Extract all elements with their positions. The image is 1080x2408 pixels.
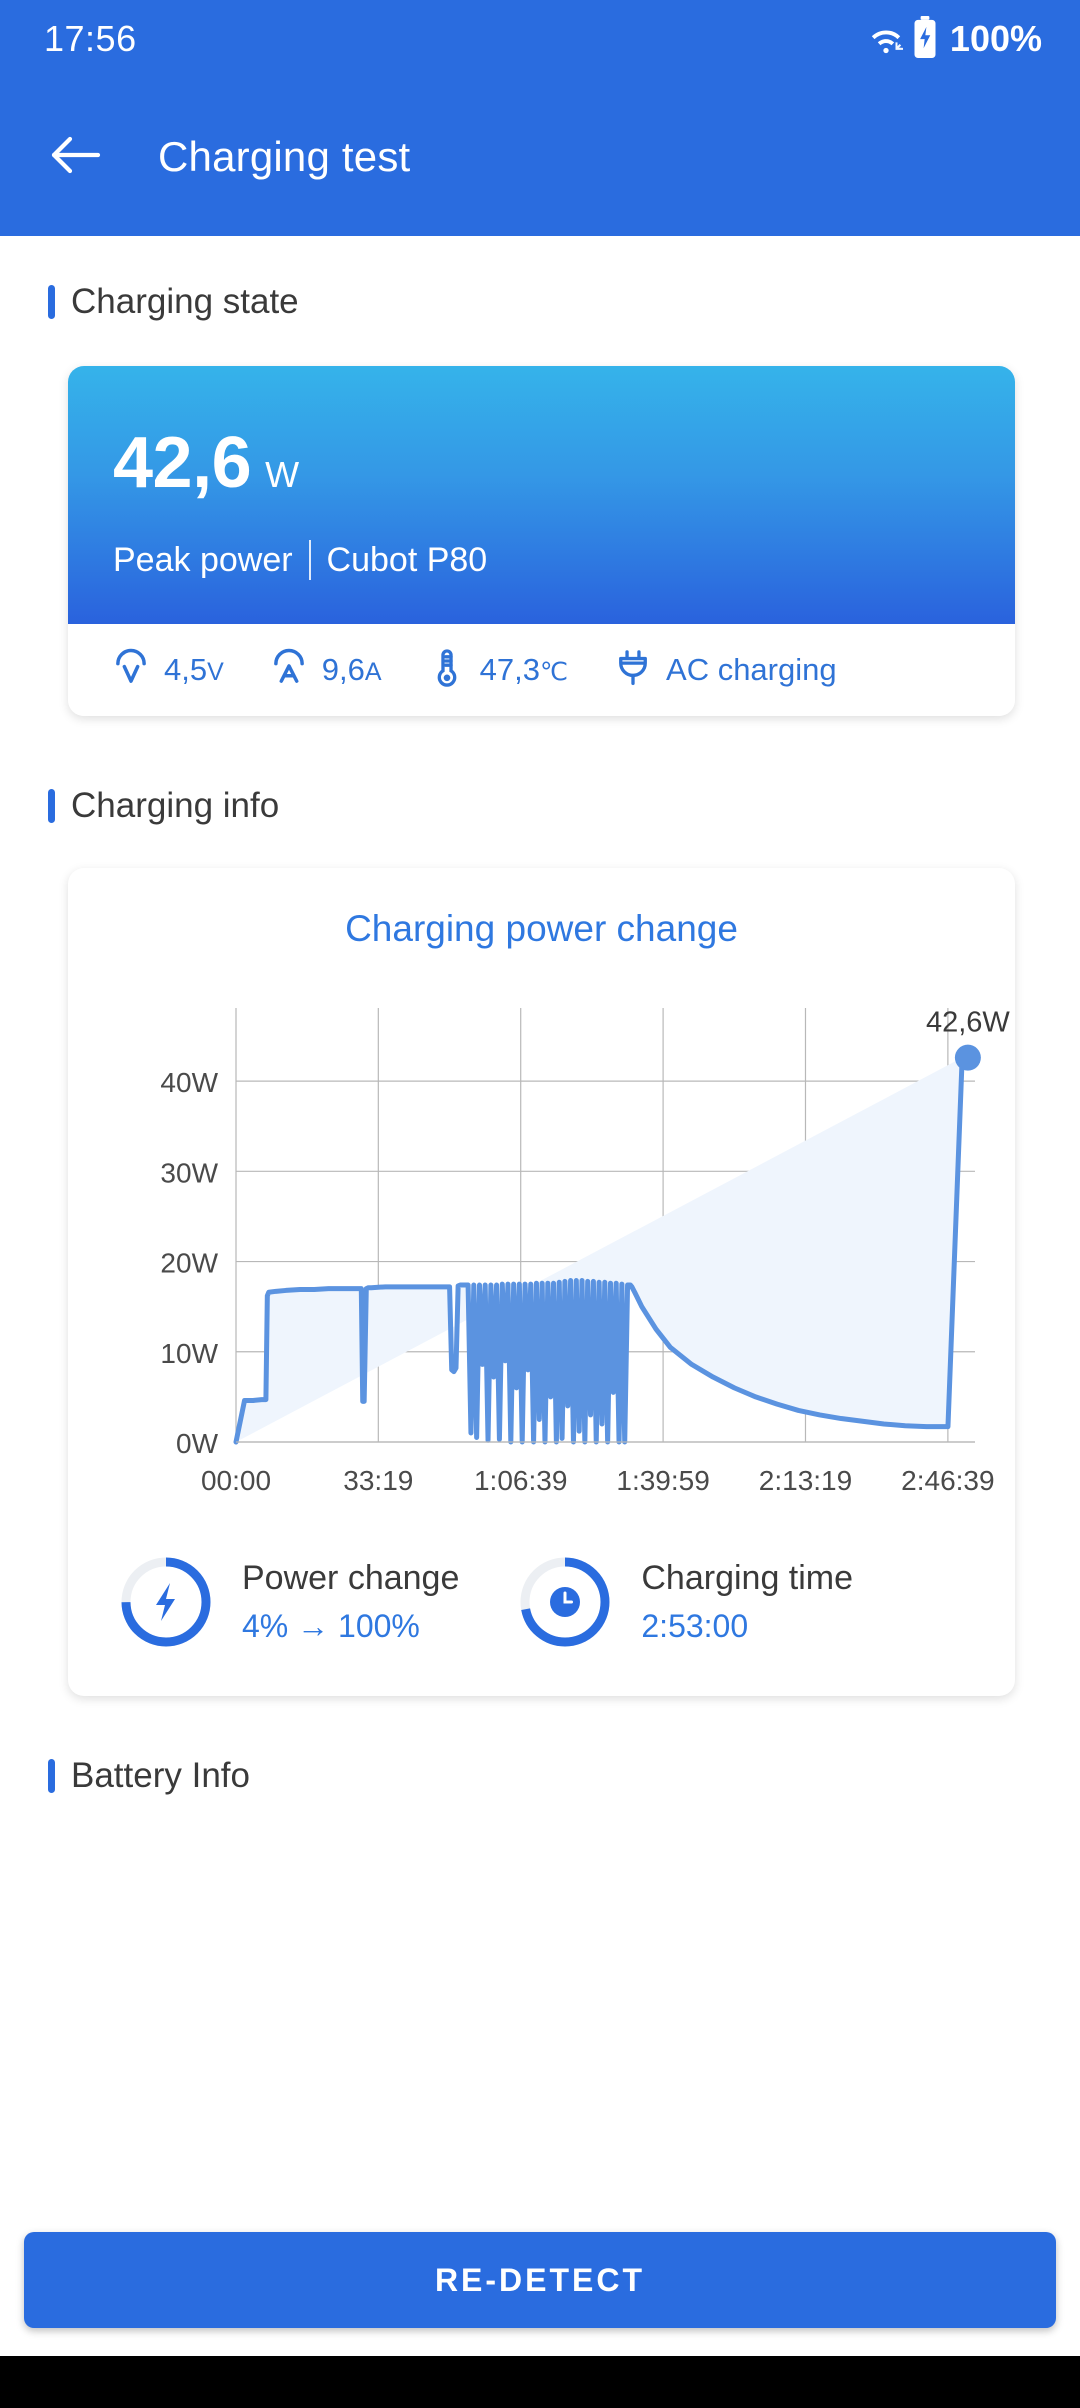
y-axis-tick-label: 30W (160, 1157, 218, 1188)
chart-svg: 0W 10W 20W 30W 40W 00:00 33:19 1:06:39 1:39:59 2:… (160, 1007, 1010, 1496)
x-axis-tick-label: 2:13:19 (759, 1465, 852, 1496)
y-axis-tick-label: 0W (176, 1428, 219, 1459)
chart-footer-stats: Power change 4% → 100% Charging time 2:5… (68, 1534, 1015, 1652)
status-icons: 100% (866, 15, 1042, 63)
footer-charging-time: Charging time 2:53:00 (515, 1552, 853, 1652)
chart-title: Charging power change (345, 908, 738, 949)
section-header-charging-info: Charging info (0, 786, 1080, 826)
footer-power-change: Power change 4% → 100% (116, 1552, 459, 1652)
current-value: 9,6A (321, 652, 382, 687)
y-axis-tick-label: 20W (160, 1248, 218, 1279)
content-area: Charging state 42,6 W Peak power Cubot P… (0, 282, 1080, 1796)
temperature-value: 47,3℃ (479, 652, 569, 687)
bolt-icon (156, 1583, 175, 1621)
charging-time-value: 2:53:00 (641, 1608, 749, 1644)
section-accent-bar (48, 1759, 55, 1793)
peak-power-row: 42,6 W (113, 422, 1015, 504)
battery-charging-icon (912, 15, 938, 63)
app-bar: Charging test (0, 78, 1080, 236)
stat-current: 9,6A (268, 647, 382, 694)
clock-icon (550, 1587, 581, 1617)
charging-power-chart[interactable]: 0W 10W 20W 30W 40W 00:00 33:19 1:06:39 1:39:59 2:… (68, 974, 1015, 1534)
peak-power-caption: Peak power Cubot P80 (113, 540, 1015, 580)
peak-power-hero: 42,6 W Peak power Cubot P80 (68, 366, 1015, 624)
plug-icon (612, 647, 654, 694)
section-accent-bar (48, 285, 55, 319)
caption-divider (308, 540, 311, 580)
re-detect-button[interactable]: RE-DETECT (24, 2232, 1056, 2328)
section-title-charging-state: Charging state (71, 282, 299, 321)
app-screen: 17:56 100% Charging test Charging state … (0, 0, 1080, 2408)
battery-percent-label: 100% (949, 18, 1042, 59)
stat-temperature: 47,3℃ (426, 647, 568, 694)
chart-peak-label: 42,6W (926, 1007, 1010, 1039)
device-name-label: Cubot P80 (326, 540, 488, 579)
y-axis-tick-label: 10W (160, 1338, 218, 1369)
chart-peak-marker (954, 1044, 981, 1071)
power-change-ring (116, 1552, 216, 1652)
thermometer-icon (426, 647, 468, 694)
system-navigation-bar (0, 2356, 1080, 2408)
section-header-charging-state: Charging state (0, 282, 1080, 322)
power-change-text: Power change 4% → 100% (242, 1559, 459, 1645)
power-change-label: Power change (242, 1559, 460, 1597)
stat-charge-type: AC charging (612, 647, 837, 694)
section-header-battery-info: Battery Info (0, 1756, 1080, 1796)
section-title-battery-info: Battery Info (71, 1756, 250, 1795)
charging-stats-row: 4,5V 9,6A 47,3℃ AC charging (68, 624, 1015, 716)
y-axis-tick-label: 40W (160, 1067, 218, 1098)
power-change-value: 4% → 100% (242, 1608, 420, 1644)
charging-time-text: Charging time 2:53:00 (641, 1559, 853, 1645)
voltage-value: 4,5V (164, 652, 224, 687)
charging-time-ring (515, 1552, 615, 1652)
x-axis-tick-label: 1:39:59 (616, 1465, 709, 1496)
arrow-left-icon (50, 134, 102, 181)
status-bar: 17:56 100% (0, 0, 1080, 78)
charging-time-label: Charging time (641, 1559, 854, 1597)
x-axis-tick-label: 00:00 (201, 1465, 271, 1496)
x-axis-tick-label: 1:06:39 (474, 1465, 567, 1496)
x-axis-tick-label: 33:19 (343, 1465, 413, 1496)
section-title-charging-info: Charging info (71, 786, 280, 825)
status-time: 17:56 (44, 18, 137, 59)
charging-state-card: 42,6 W Peak power Cubot P80 4,5V 9,6A 47… (68, 366, 1015, 716)
peak-power-value: 42,6 (113, 423, 252, 503)
current-icon (268, 647, 310, 694)
back-button[interactable] (48, 129, 104, 185)
charging-info-card: Charging power change 0W 10W 20W 30W 40W 00:0… (68, 868, 1015, 1696)
peak-power-unit: W (265, 454, 300, 495)
wifi-icon (866, 17, 906, 62)
charge-type-value: AC charging (666, 652, 837, 687)
voltage-icon (110, 647, 152, 694)
x-axis-tick-label: 2:46:39 (901, 1465, 994, 1496)
section-accent-bar (48, 789, 55, 823)
peak-power-label: Peak power (113, 540, 293, 579)
page-title: Charging test (158, 133, 411, 180)
stat-voltage: 4,5V (110, 647, 224, 694)
